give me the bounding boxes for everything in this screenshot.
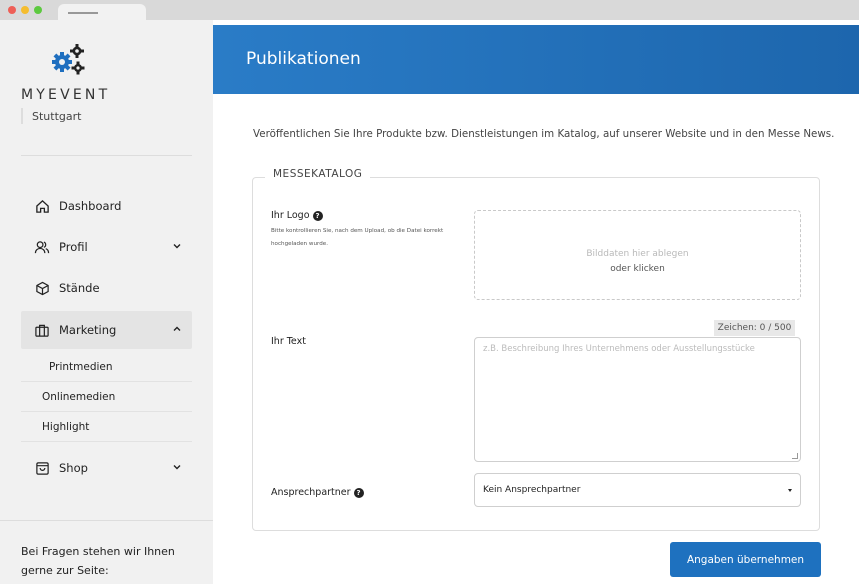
sidebar-item-shop[interactable]: Shop (21, 449, 192, 487)
sidebar-item-dashboard[interactable]: Dashboard (21, 187, 192, 225)
section-title: MESSEKATALOG (265, 168, 371, 180)
sidebar-divider (21, 155, 192, 156)
submit-button[interactable]: Angaben übernehmen (670, 542, 821, 577)
sidebar-item-label: Stände (59, 281, 100, 295)
maximize-window-button[interactable] (34, 6, 42, 14)
character-counter: Zeichen: 0 / 500 (714, 320, 795, 336)
home-icon (33, 197, 51, 215)
users-icon (33, 238, 51, 256)
help-text: Bei Fragen stehen wir Ihnen gerne zur Se… (21, 545, 175, 577)
text-label: Ihr Text (271, 336, 306, 347)
sidebar-item-label: Shop (59, 461, 88, 475)
description-textarea[interactable]: z.B. Beschreibung Ihres Unternehmens ode… (474, 337, 801, 462)
main-content: Publikationen Veröffentlichen Sie Ihre P… (213, 20, 859, 584)
browser-tab[interactable] (58, 4, 146, 20)
brand-name: MYEVENT (21, 87, 111, 103)
chevron-down-icon (173, 465, 181, 470)
sidebar-item-profil[interactable]: Profil (21, 228, 192, 266)
briefcase-icon (33, 321, 51, 339)
help-icon[interactable]: ? (312, 210, 323, 221)
chevron-up-icon (173, 326, 181, 331)
sidebar-subitem-onlinemedien[interactable]: Onlinemedien (21, 382, 192, 412)
sidebar-item-staende[interactable]: Stände (21, 269, 192, 307)
sidebar-subitem-printmedien[interactable]: Printmedien (21, 352, 192, 382)
page-title: Publikationen (246, 49, 361, 69)
contact-label-text: Ansprechpartner (271, 487, 351, 498)
sidebar: MYEVENT Stuttgart Dashboard Profil Ständ… (0, 20, 213, 584)
intro-text: Veröffentlichen Sie Ihre Produkte bzw. D… (253, 128, 835, 140)
dropzone-click-hint: oder klicken (610, 264, 665, 274)
sidebar-divider (0, 520, 213, 521)
tab-title (68, 12, 98, 14)
logo-dropzone[interactable]: Bilddaten hier ablegen oder klicken (474, 210, 801, 300)
city-label: Stuttgart (32, 110, 82, 123)
caret-down-icon (788, 489, 792, 492)
contact-label: Ansprechpartner ? (271, 487, 364, 498)
minimize-window-button[interactable] (21, 6, 29, 14)
browser-chrome (0, 0, 859, 20)
gears-logo-icon (52, 44, 85, 75)
help-icon[interactable]: ? (353, 487, 364, 498)
sidebar-subitem-label: Onlinemedien (42, 390, 116, 403)
sidebar-subitem-highlight[interactable]: Highlight (21, 412, 192, 442)
chevron-down-icon (173, 244, 181, 249)
sidebar-subitem-label: Printmedien (49, 360, 113, 373)
dropzone-hint: Bilddaten hier ablegen (586, 249, 689, 259)
logo-hint: Bitte kontrollieren Sie, nach dem Upload… (271, 228, 444, 247)
logo-label-text: Ihr Logo (271, 210, 310, 221)
sidebar-item-marketing[interactable]: Marketing (21, 311, 192, 349)
cube-icon (33, 279, 51, 297)
sidebar-item-label: Marketing (59, 323, 117, 337)
shopping-bag-icon (33, 459, 51, 477)
textarea-placeholder: z.B. Beschreibung Ihres Unternehmens ode… (483, 344, 755, 354)
page-header: Publikationen (213, 25, 859, 94)
logo-label: Ihr Logo ? (271, 210, 323, 221)
contact-select-value: Kein Ansprechpartner (483, 485, 581, 495)
resize-handle[interactable] (792, 453, 798, 459)
close-window-button[interactable] (8, 6, 16, 14)
sidebar-item-label: Profil (59, 240, 88, 254)
city-divider (21, 108, 23, 124)
sidebar-subitem-label: Highlight (42, 420, 90, 433)
sidebar-item-label: Dashboard (59, 199, 122, 213)
contact-select[interactable]: Kein Ansprechpartner (474, 473, 801, 507)
